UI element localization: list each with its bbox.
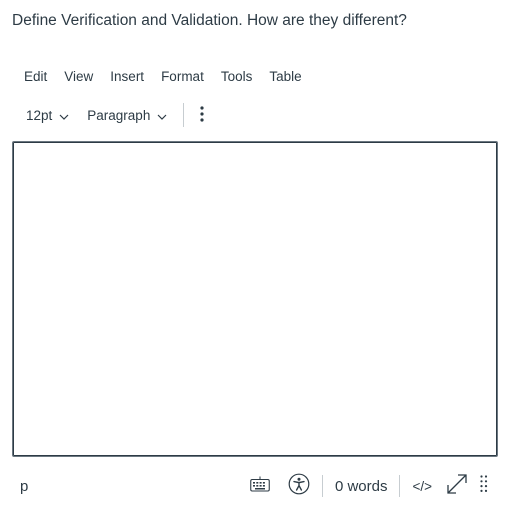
rich-text-editor-area[interactable] xyxy=(12,141,498,457)
word-count[interactable]: 0 words xyxy=(335,478,388,495)
editor-statusbar: p 0 words </> xyxy=(12,472,498,500)
keyboard-shortcuts-button[interactable] xyxy=(250,476,270,496)
editor-toolbar: 12pt Paragraph xyxy=(26,103,204,127)
toolbar-divider xyxy=(183,103,185,127)
chevron-down-icon xyxy=(157,108,167,123)
fullscreen-button[interactable] xyxy=(446,473,468,499)
html-editor-toggle[interactable]: </> xyxy=(412,479,432,494)
question-prompt: Define Verification and Validation. How … xyxy=(12,12,407,29)
menu-view[interactable]: View xyxy=(64,69,93,87)
vertical-ellipsis-icon xyxy=(200,105,204,125)
menu-table[interactable]: Table xyxy=(269,69,301,87)
statusbar-divider xyxy=(399,475,401,497)
font-size-value: 12pt xyxy=(26,107,53,123)
keyboard-icon xyxy=(250,476,270,496)
accessibility-icon xyxy=(288,473,310,499)
chevron-down-icon xyxy=(59,108,69,123)
font-size-select[interactable]: 12pt xyxy=(26,108,69,123)
block-format-value: Paragraph xyxy=(87,107,151,123)
menu-tools[interactable]: Tools xyxy=(221,69,253,87)
editor-content[interactable] xyxy=(13,142,497,456)
menu-insert[interactable]: Insert xyxy=(110,69,144,87)
resize-handle[interactable] xyxy=(480,475,488,497)
fullscreen-icon xyxy=(446,473,468,499)
block-format-select[interactable]: Paragraph xyxy=(87,108,167,123)
resize-handle-icon xyxy=(480,475,488,497)
menu-edit[interactable]: Edit xyxy=(24,69,47,87)
menu-format[interactable]: Format xyxy=(161,69,204,87)
editor-menubar: Edit View Insert Format Tools Table xyxy=(24,69,302,87)
accessibility-checker-button[interactable] xyxy=(288,473,310,499)
more-options-button[interactable] xyxy=(200,105,204,125)
element-path[interactable]: p xyxy=(20,478,28,495)
statusbar-divider xyxy=(321,475,323,497)
statusbar-controls: 0 words </> xyxy=(250,473,488,499)
